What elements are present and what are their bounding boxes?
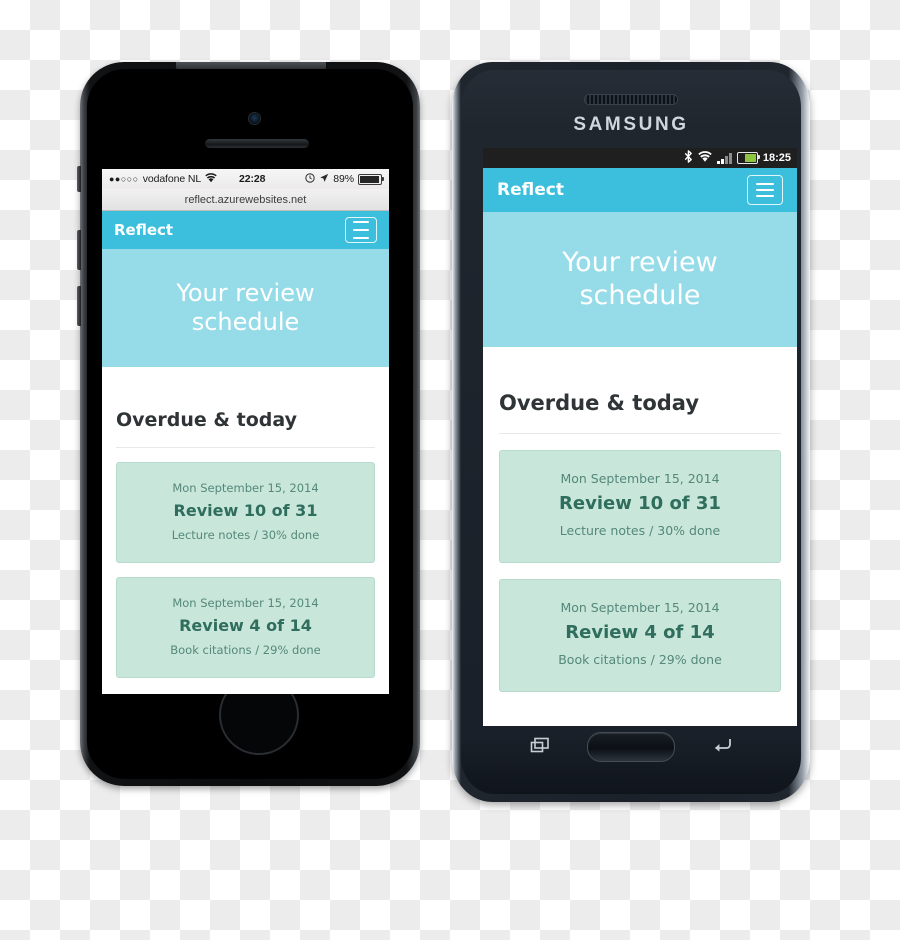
recent-apps-icon[interactable] <box>529 735 551 760</box>
app-hero: Your review schedule <box>102 249 389 367</box>
front-camera-icon <box>249 113 260 124</box>
page-title-line-2: schedule <box>579 279 701 311</box>
samsung-logo: SAMSUNG <box>573 114 689 135</box>
review-card-list: Mon September 15, 2014 Review 10 of 31 L… <box>102 448 389 692</box>
battery-icon <box>736 152 761 164</box>
wifi-icon <box>698 150 713 166</box>
volume-down-button[interactable] <box>77 286 81 326</box>
battery-percent-label: 89% <box>333 173 354 185</box>
review-card[interactable]: Mon September 15, 2014 Review 4 of 14 Bo… <box>499 579 781 692</box>
review-card-date: Mon September 15, 2014 <box>172 481 319 495</box>
review-card-meta: Lecture notes / 30% done <box>559 523 721 538</box>
url-text: reflect.azurewebsites.net <box>184 193 307 206</box>
wifi-icon <box>205 172 217 186</box>
review-card-date: Mon September 15, 2014 <box>172 596 319 610</box>
android-navigation-bar <box>483 718 779 776</box>
home-button[interactable] <box>587 732 675 762</box>
samsung-app-viewport: Reflect Your review schedule Overdue & t <box>483 168 797 708</box>
page-title-line-2: schedule <box>191 308 300 336</box>
review-card-meta: Lecture notes / 30% done <box>171 528 320 542</box>
iphone-app-viewport: Reflect Your review schedule Overdue & t… <box>102 211 389 692</box>
ios-status-bar: ●●○○○ vodafone NL 22:28 89% <box>102 169 389 189</box>
samsung-bezel: SAMSUNG 18:25 Reflect Your review schedu… <box>461 70 801 794</box>
status-right-group: 89% <box>305 172 384 186</box>
review-card[interactable]: Mon September 15, 2014 Review 10 of 31 L… <box>499 450 781 563</box>
review-card-date: Mon September 15, 2014 <box>560 471 720 486</box>
battery-icon <box>358 173 384 185</box>
location-arrow-icon <box>319 173 329 186</box>
signal-dots-icon: ●●○○○ <box>109 174 139 184</box>
page-title: Your review schedule <box>562 247 718 312</box>
iphone-device: ●●○○○ vodafone NL 22:28 89% reflect.azur… <box>77 62 420 786</box>
iphone-body: ●●○○○ vodafone NL 22:28 89% reflect.azur… <box>77 62 420 786</box>
alarm-clock-icon <box>305 172 315 186</box>
app-brand: Reflect <box>114 221 174 239</box>
samsung-body: SAMSUNG 18:25 Reflect Your review schedu… <box>452 62 810 802</box>
status-left-group: ●●○○○ vodafone NL <box>109 172 217 186</box>
volume-up-button[interactable] <box>77 230 81 270</box>
ios-clock: 22:28 <box>239 173 266 185</box>
section-heading: Overdue & today <box>499 391 700 415</box>
app-navbar: Reflect <box>102 211 389 249</box>
review-card-title: Review 10 of 31 <box>559 493 721 514</box>
earpiece-speaker <box>205 139 309 148</box>
review-card-date: Mon September 15, 2014 <box>560 600 720 615</box>
signal-bars-icon <box>717 152 732 164</box>
iphone-screen: ●●○○○ vodafone NL 22:28 89% reflect.azur… <box>102 169 389 694</box>
app-navbar: Reflect <box>483 168 797 212</box>
review-card-title: Review 4 of 14 <box>179 616 312 635</box>
browser-url-bar[interactable]: reflect.azurewebsites.net <box>102 189 389 211</box>
hamburger-menu-icon[interactable] <box>345 217 377 243</box>
android-status-bar: 18:25 <box>483 148 797 168</box>
review-card[interactable]: Mon September 15, 2014 Review 10 of 31 L… <box>116 462 375 563</box>
bluetooth-icon <box>684 150 693 166</box>
app-brand: Reflect <box>497 180 564 200</box>
review-card[interactable]: Mon September 15, 2014 Review 4 of 14 Bo… <box>116 577 375 678</box>
review-card-title: Review 4 of 14 <box>565 622 715 643</box>
review-card-list: Mon September 15, 2014 Review 10 of 31 L… <box>483 434 797 708</box>
review-card-title: Review 10 of 31 <box>173 501 318 520</box>
page-title-line-1: Your review <box>176 279 315 308</box>
mute-switch[interactable] <box>77 166 81 192</box>
mockup-stage: ●●○○○ vodafone NL 22:28 89% reflect.azur… <box>0 0 900 940</box>
hamburger-menu-icon[interactable] <box>747 175 783 205</box>
app-hero: Your review schedule <box>483 212 797 347</box>
review-card-meta: Book citations / 29% done <box>558 652 722 667</box>
samsung-device: SAMSUNG 18:25 Reflect Your review schedu… <box>452 62 810 802</box>
earpiece-speaker <box>584 94 678 105</box>
android-clock: 18:25 <box>762 152 791 164</box>
samsung-screen: 18:25 Reflect Your review schedule Overd… <box>483 148 797 726</box>
carrier-label: vodafone NL <box>142 173 202 185</box>
section-heading: Overdue & today <box>116 409 297 431</box>
page-title-line-1: Your review <box>562 247 718 279</box>
page-title: Your review schedule <box>176 279 314 337</box>
back-arrow-icon[interactable] <box>711 735 733 760</box>
review-card-meta: Book citations / 29% done <box>170 643 321 657</box>
